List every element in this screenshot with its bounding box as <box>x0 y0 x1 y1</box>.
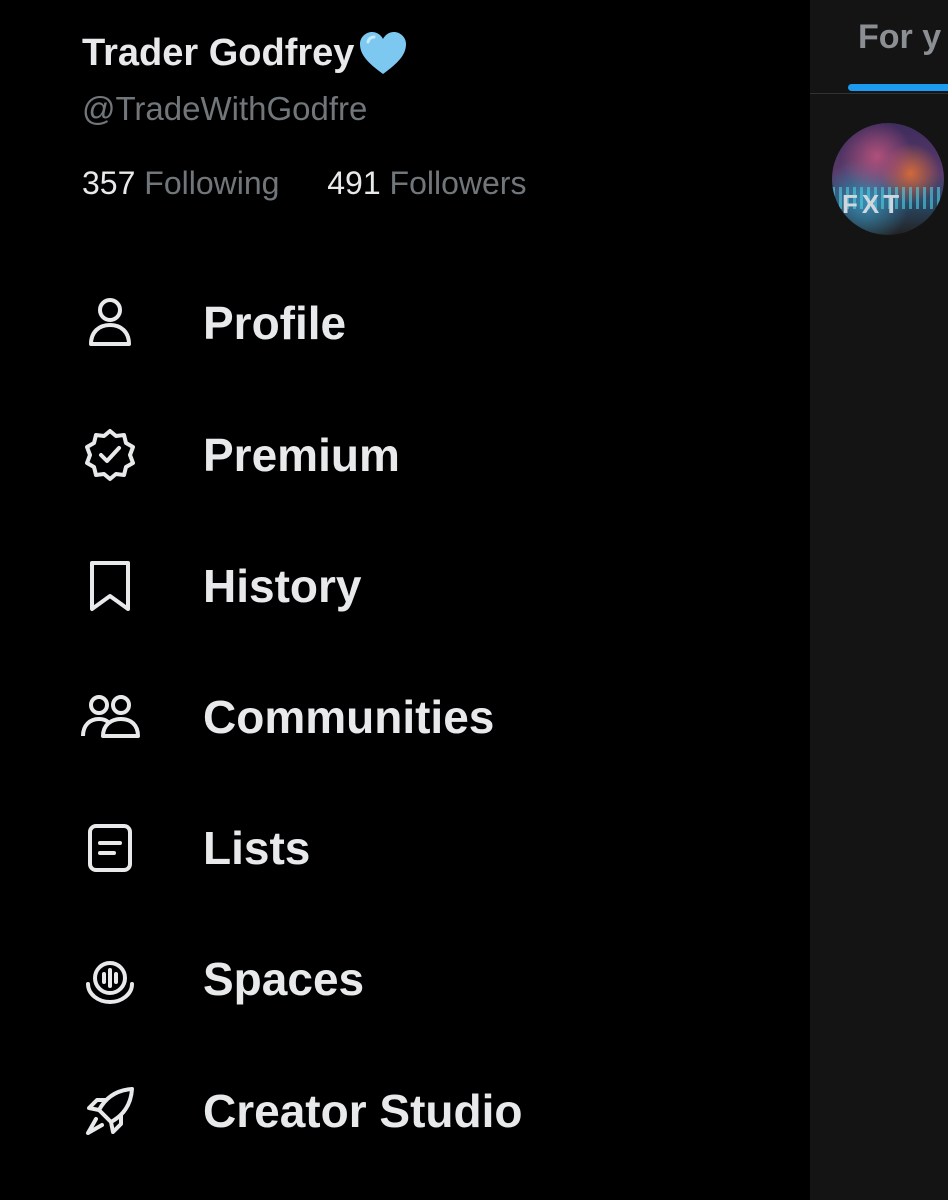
menu-item-history[interactable]: History <box>60 531 780 641</box>
following-link[interactable]: 357 Following <box>82 165 288 201</box>
verified-badge-icon <box>60 424 160 486</box>
communities-icon <box>60 686 160 748</box>
menu-item-communities[interactable]: Communities <box>60 662 780 772</box>
menu-label-history: History <box>203 560 362 612</box>
tab-active-indicator <box>848 84 948 91</box>
menu-item-spaces[interactable]: Spaces <box>60 924 780 1034</box>
menu-item-premium[interactable]: Premium <box>60 400 780 510</box>
avatar-logo-text: FXT <box>842 189 904 219</box>
bookmark-icon <box>60 555 160 617</box>
list-icon <box>60 817 160 879</box>
menu-label-spaces: Spaces <box>203 953 365 1005</box>
tab-for-you[interactable]: For y <box>858 18 941 57</box>
app-screen: Trader Godfrey @TradeWithGodfre 357 Foll… <box>0 0 948 1200</box>
rocket-icon <box>60 1080 160 1142</box>
feed-divider <box>810 93 948 94</box>
profile-name-row[interactable]: Trader Godfrey <box>82 30 408 76</box>
followers-label: Followers <box>389 165 527 201</box>
spaces-icon <box>60 948 160 1010</box>
menu-item-profile[interactable]: Profile <box>60 268 780 378</box>
following-count: 357 <box>82 165 136 201</box>
menu-label-communities: Communities <box>203 691 495 743</box>
menu-label-profile: Profile <box>203 297 347 349</box>
feed-background-panel: For y FXT <box>810 0 948 1200</box>
menu-label-lists: Lists <box>203 822 311 874</box>
menu-label-premium: Premium <box>203 429 400 481</box>
menu-item-creator-studio[interactable]: Creator Studio <box>60 1056 780 1166</box>
navigation-drawer: Trader Godfrey @TradeWithGodfre 357 Foll… <box>0 0 810 1200</box>
person-icon <box>60 292 160 354</box>
menu-label-creator-studio: Creator Studio <box>203 1085 523 1137</box>
post-author-avatar[interactable]: FXT <box>832 123 944 235</box>
follow-stats: 357 Following 491 Followers <box>82 165 526 202</box>
blue-heart-icon <box>360 32 407 74</box>
followers-count: 491 <box>327 165 381 201</box>
menu-item-lists[interactable]: Lists <box>60 793 780 903</box>
profile-name: Trader Godfrey <box>82 31 355 74</box>
profile-handle: @TradeWithGodfre <box>82 90 368 127</box>
followers-link[interactable]: 491 Followers <box>318 165 526 201</box>
following-label: Following <box>144 165 280 201</box>
